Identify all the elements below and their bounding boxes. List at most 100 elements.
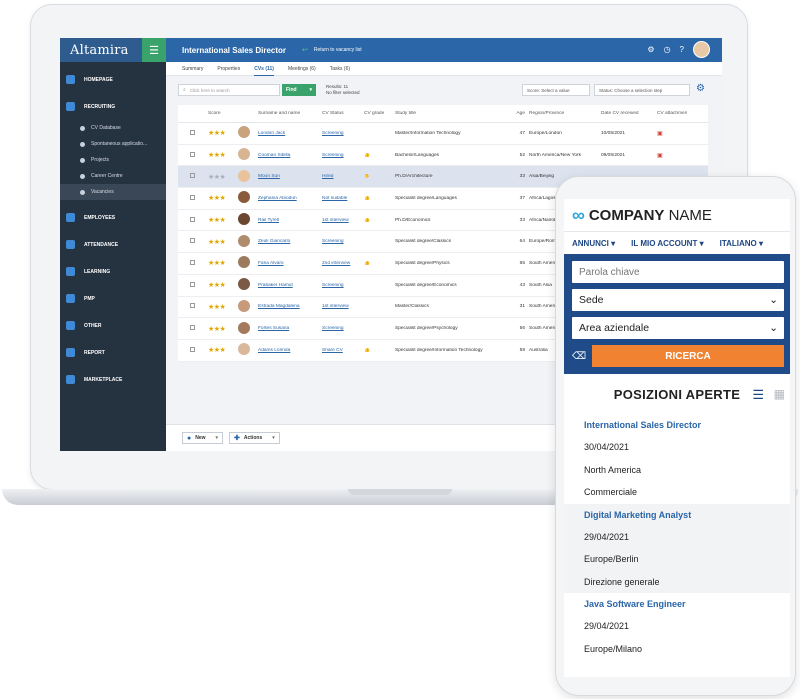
status-select[interactable]: Status: Choose a selection step <box>594 84 690 96</box>
grid-view-icon[interactable]: ▦ <box>774 387 785 401</box>
sidebar-item-attendance[interactable]: ATTENDANCE <box>60 231 166 258</box>
sidebar-subitem-vacancies[interactable]: Vacancies <box>60 184 166 200</box>
row-checkbox[interactable] <box>190 259 195 265</box>
candidate-name-link[interactable]: Fortes Susana <box>258 326 322 331</box>
star-rating-icon[interactable]: ★★★ <box>208 239 226 246</box>
row-checkbox[interactable] <box>190 151 195 157</box>
star-rating-icon[interactable]: ★★★ <box>208 152 226 159</box>
header-age[interactable]: Age <box>507 111 529 116</box>
cv-status-link[interactable]: Hired <box>322 174 364 179</box>
header-score[interactable]: Score <box>208 111 238 116</box>
star-rating-icon[interactable]: ★★★ <box>208 130 226 137</box>
header-status[interactable]: CV Status <box>322 111 364 116</box>
sidebar-item-employees[interactable]: EMPLOYEES <box>60 204 166 231</box>
table-row[interactable]: ★★★ London Jack Screening Master/Informatio… <box>178 123 708 145</box>
hamburger-menu-icon[interactable]: ☰ <box>142 38 166 62</box>
candidate-name-link[interactable]: Faria Alvaro <box>258 261 322 266</box>
sidebar-subitem-cv-database[interactable]: CV Database <box>60 120 166 136</box>
cv-status-link[interactable]: Not suitable <box>322 196 364 201</box>
row-checkbox[interactable] <box>190 173 195 179</box>
candidate-name-link[interactable]: Moon Sun <box>258 174 322 179</box>
cv-status-link[interactable]: Screening <box>322 131 364 136</box>
sidebar-item-report[interactable]: REPORT <box>60 339 166 366</box>
return-to-vacancy-list-link[interactable]: ↩ Return to vacancy list <box>302 46 362 54</box>
tab-cvs[interactable]: CVs (11) <box>254 62 274 76</box>
sidebar-item-recruiting[interactable]: RECRUITING <box>60 93 166 120</box>
row-checkbox[interactable] <box>190 238 195 244</box>
candidate-name-link[interactable]: Rail Tyrell <box>258 218 322 223</box>
header-attachment[interactable]: CV attachment <box>657 111 687 116</box>
search-input[interactable]: ⌕ Click here to search <box>178 84 280 96</box>
star-rating-icon[interactable]: ★★★ <box>208 282 226 289</box>
cv-status-link[interactable]: Screening <box>322 326 364 331</box>
row-checkbox[interactable] <box>190 325 195 331</box>
star-rating-icon[interactable]: ★★★ <box>208 260 226 267</box>
table-settings-gear-icon[interactable]: ⚙ <box>696 83 705 94</box>
star-rating-icon[interactable]: ★★★ <box>208 304 226 311</box>
star-rating-icon[interactable]: ★★★ <box>208 347 226 354</box>
job-title-link[interactable]: International Sales Director <box>584 414 790 436</box>
user-avatar[interactable] <box>693 41 710 58</box>
cv-status-link[interactable]: Screening <box>322 153 364 158</box>
star-rating-icon[interactable]: ★★★ <box>208 195 226 202</box>
star-rating-icon[interactable]: ★★★ <box>208 174 226 181</box>
tab-summary[interactable]: Summary <box>182 62 203 76</box>
candidate-name-link[interactable]: Zeuli Giancarlo <box>258 239 322 244</box>
header-study[interactable]: Study title <box>395 111 507 116</box>
sidebar-item-marketplace[interactable]: MARKETPLACE <box>60 366 166 393</box>
clock-icon[interactable]: ◷ <box>664 45 671 54</box>
job-title-link[interactable]: Digital Marketing Analyst <box>584 504 790 526</box>
job-listing[interactable]: International Sales Director 30/04/2021 … <box>564 414 790 504</box>
candidate-name-link[interactable]: Cooman Sibilla <box>258 153 322 158</box>
keyword-input[interactable]: Parola chiave <box>572 261 784 283</box>
header-region[interactable]: Region/Province <box>529 111 601 116</box>
find-button[interactable]: Find ▾ <box>282 84 316 96</box>
cv-status-link[interactable]: 1st interview <box>322 304 364 309</box>
candidate-name-link[interactable]: Zephania Abiodun <box>258 196 322 201</box>
new-button[interactable]: ● New ▾ <box>182 432 224 444</box>
gear-icon[interactable]: ⚙ <box>647 45 654 54</box>
cv-status-link[interactable]: Share CV <box>322 348 364 353</box>
nav-language[interactable]: ITALIANO ▾ <box>720 239 763 248</box>
header-name[interactable]: Surname and name <box>258 111 322 116</box>
row-checkbox[interactable] <box>190 281 195 287</box>
candidate-name-link[interactable]: Estrada Magdalena <box>258 304 322 309</box>
score-select[interactable]: Score: Select a value <box>522 84 590 96</box>
tab-tasks[interactable]: Tasks (6) <box>330 62 350 76</box>
help-icon[interactable]: ? <box>680 45 684 54</box>
cv-status-link[interactable]: Screening <box>322 283 364 288</box>
sidebar-item-learning[interactable]: LEARNING <box>60 258 166 285</box>
row-checkbox[interactable] <box>190 194 195 200</box>
eraser-icon[interactable]: ⌫ <box>572 351 592 362</box>
candidate-name-link[interactable]: Prabaker Hamid <box>258 283 322 288</box>
row-checkbox[interactable] <box>190 129 195 135</box>
cv-status-link[interactable]: 2nd interview <box>322 261 364 266</box>
pdf-icon[interactable]: ▣ <box>657 131 663 137</box>
job-listing[interactable]: Digital Marketing Analyst 29/04/2021 Eur… <box>564 503 790 593</box>
row-checkbox[interactable] <box>190 346 195 352</box>
actions-button[interactable]: ✚ Actions ▾ <box>229 432 280 444</box>
sidebar-subitem-projects[interactable]: Projects <box>60 152 166 168</box>
table-row[interactable]: ★★★ Cooman Sibilla Screening 👍 Bachelor/Lang… <box>178 145 708 167</box>
tab-meetings[interactable]: Meetings (6) <box>288 62 316 76</box>
row-checkbox[interactable] <box>190 216 195 222</box>
header-grade[interactable]: CV grade <box>364 111 395 116</box>
header-date[interactable]: Date CV received <box>601 111 657 116</box>
tab-properties[interactable]: Properties <box>217 62 240 76</box>
candidate-name-link[interactable]: Adams Lorinda <box>258 348 322 353</box>
job-title-link[interactable]: Java Software Engineer <box>584 593 790 615</box>
cv-status-link[interactable]: Screening <box>322 239 364 244</box>
star-rating-icon[interactable]: ★★★ <box>208 326 226 333</box>
job-listing[interactable]: Java Software Engineer 29/04/2021 Europe… <box>564 593 790 660</box>
list-view-icon[interactable]: ☰ <box>752 387 764 403</box>
candidate-name-link[interactable]: London Jack <box>258 131 322 136</box>
area-select[interactable]: Area aziendale ⌄ <box>572 317 784 339</box>
nav-my-account[interactable]: IL MIO ACCOUNT ▾ <box>631 239 703 248</box>
sidebar-item-pmp[interactable]: PMP <box>60 285 166 312</box>
sidebar-subitem-career-centre[interactable]: Career Centre <box>60 168 166 184</box>
sidebar-item-other[interactable]: OTHER <box>60 312 166 339</box>
cv-status-link[interactable]: 1st interview <box>322 218 364 223</box>
row-checkbox[interactable] <box>190 303 195 309</box>
star-rating-icon[interactable]: ★★★ <box>208 217 226 224</box>
location-select[interactable]: Sede ⌄ <box>572 289 784 311</box>
